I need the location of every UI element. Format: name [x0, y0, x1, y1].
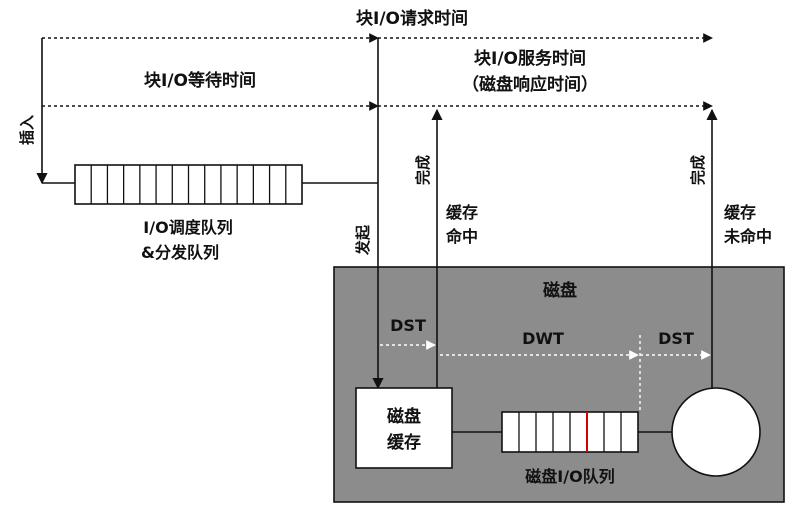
- wait-time-label: 块I/O等待时间: [144, 70, 256, 91]
- disk-cache-box: [355, 387, 453, 469]
- request-time-label: 块I/O请求时间: [356, 8, 468, 29]
- dst-right-label: DST: [658, 329, 694, 348]
- dst-left-label: DST: [390, 316, 426, 335]
- complete-right-label: 完成: [689, 155, 707, 185]
- disk-io-queue: [501, 411, 639, 453]
- service-time-label-2: （磁盘响应时间）: [462, 74, 598, 95]
- io-latency-diagram: 块I/O请求时间 块I/O服务时间 （磁盘响应时间） 块I/O等待时间 插入 I…: [18, 8, 785, 503]
- io-scheduling-queue: [74, 164, 303, 205]
- disk-platter: [671, 387, 761, 477]
- cache-hit-label-1: 缓存: [445, 203, 478, 222]
- issue-label: 发起: [354, 224, 372, 256]
- complete-left-label: 完成: [414, 155, 432, 185]
- sched-queue-label-2: &分发队列: [141, 243, 219, 262]
- insert-label: 插入: [18, 115, 36, 145]
- disk-cache-label-2: 缓存: [387, 432, 421, 453]
- service-time-label-1: 块I/O服务时间: [474, 48, 586, 69]
- cache-miss-label-2: 未命中: [723, 227, 772, 246]
- sched-queue-label-1: I/O调度队列: [143, 218, 232, 237]
- disk-label: 磁盘: [543, 280, 577, 301]
- cache-hit-label-2: 命中: [445, 227, 478, 246]
- cache-miss-label-1: 缓存: [723, 203, 756, 222]
- disk-io-queue-label: 磁盘I/O队列: [525, 467, 614, 486]
- dwt-label: DWT: [522, 329, 564, 348]
- disk-cache-label-1: 磁盘: [387, 406, 421, 427]
